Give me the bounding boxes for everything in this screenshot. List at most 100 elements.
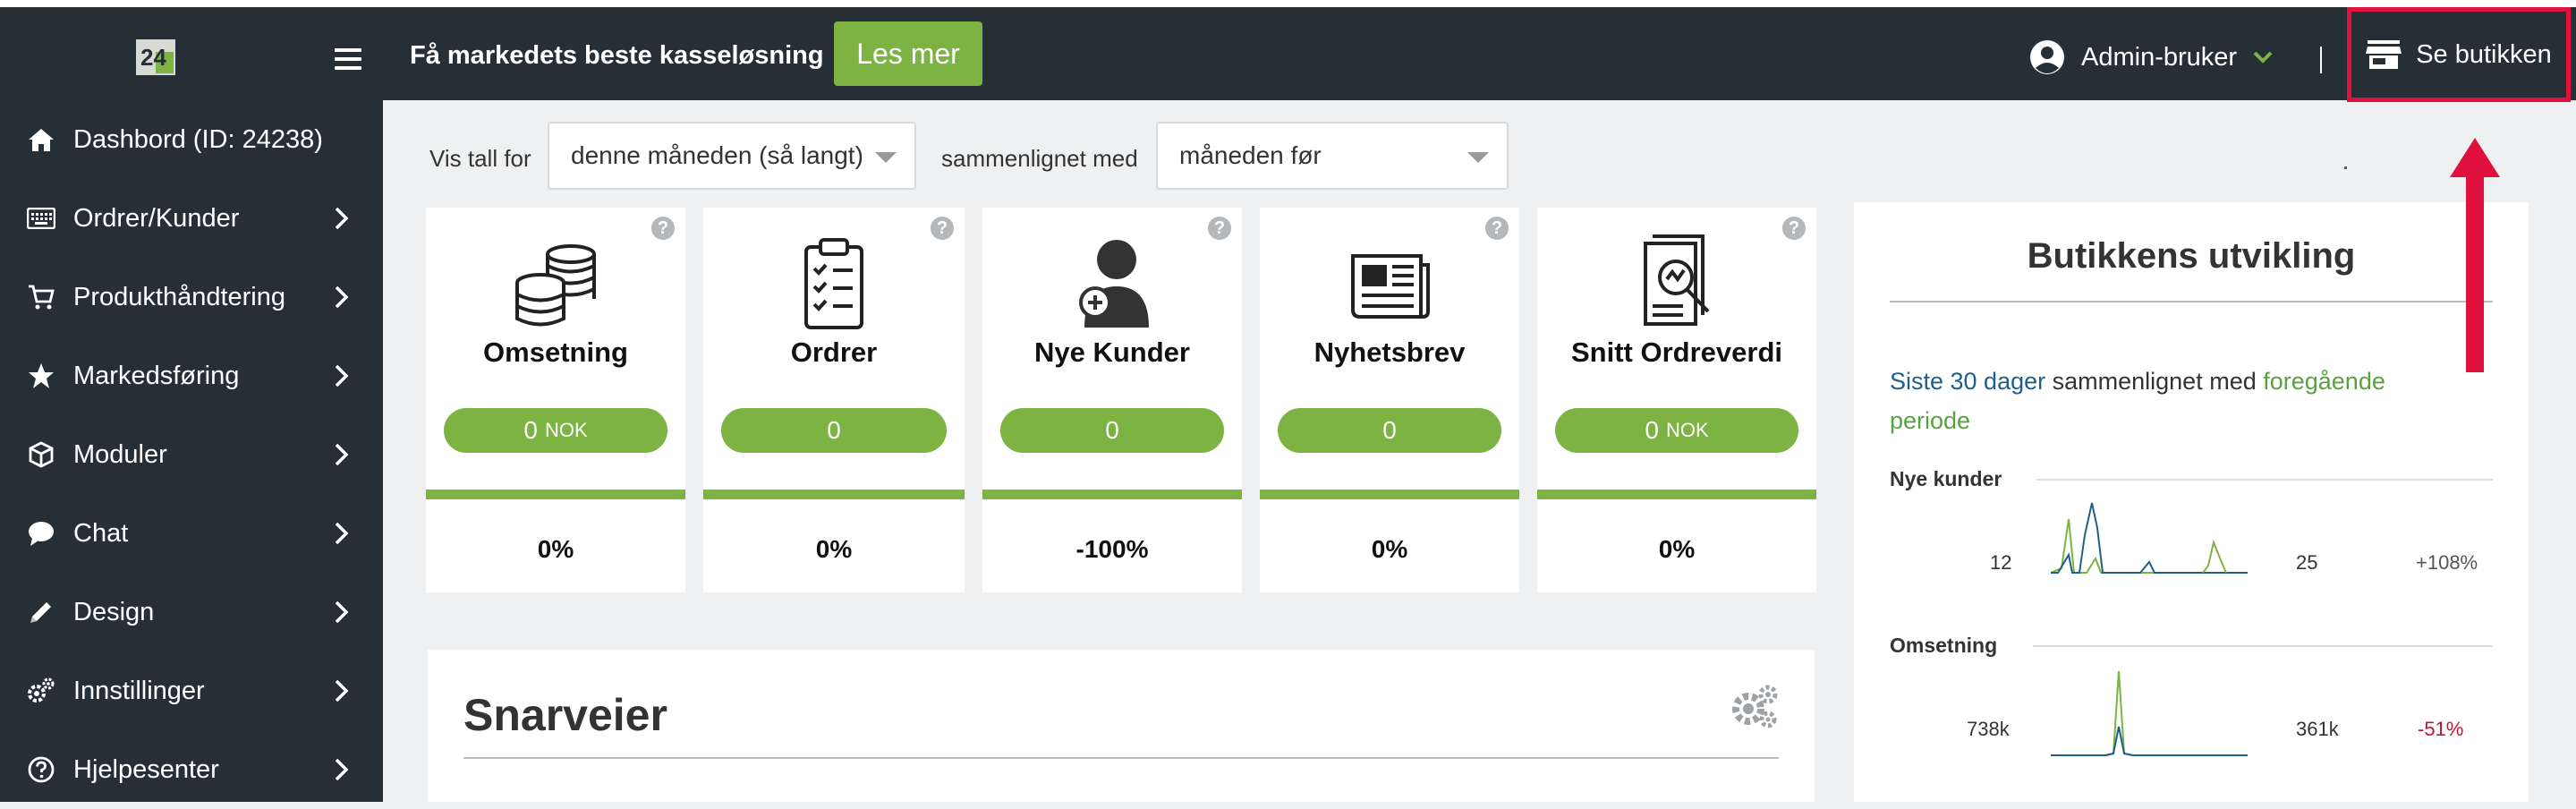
se-butikken-button[interactable]: Se butikken bbox=[2347, 7, 2571, 102]
card-value-pill: 0 NOK bbox=[1555, 408, 1798, 453]
sidebar-item-markedsforing[interactable]: Markedsføring bbox=[0, 336, 383, 415]
card-progress-bar bbox=[1260, 490, 1519, 499]
sidebar-item-moduler[interactable]: Moduler bbox=[0, 415, 383, 494]
panel-title: Butikkens utvikling bbox=[2027, 236, 2356, 276]
help-icon[interactable]: ? bbox=[1208, 217, 1231, 240]
metric-divider bbox=[2036, 479, 2493, 481]
stat-card-snitt-ordreverdi: ? Snitt Ordreverdi 0 NOK 0% bbox=[1537, 208, 1816, 592]
settings-gears-icon[interactable] bbox=[1729, 682, 1779, 732]
compare-select[interactable]: måneden før bbox=[1156, 122, 1509, 190]
help-icon[interactable]: ? bbox=[651, 217, 675, 240]
help-icon[interactable]: ? bbox=[1485, 217, 1509, 240]
sidebar-item-design[interactable]: Design bbox=[0, 573, 383, 651]
sparkline-omsetning bbox=[2051, 670, 2248, 756]
sidebar-item-innstillinger[interactable]: Innstillinger bbox=[0, 651, 383, 730]
stat-card-nyhetsbrev: ? Nyhetsbrev 0 0% bbox=[1260, 208, 1519, 592]
butikkens-utvikling-panel: Butikkens utvikling Siste 30 dager samme… bbox=[1854, 202, 2529, 802]
chevron-right-icon bbox=[335, 443, 349, 466]
sidebar-item-label: Markedsføring bbox=[73, 361, 240, 390]
chevron-right-icon bbox=[335, 364, 349, 387]
card-change: -100% bbox=[1075, 535, 1149, 563]
se-butikken-label: Se butikken bbox=[2416, 39, 2552, 69]
card-change: 0% bbox=[815, 535, 853, 563]
chevron-right-icon bbox=[335, 679, 349, 703]
period-select[interactable]: denne måneden (så langt) bbox=[548, 122, 916, 190]
keyboard-icon bbox=[27, 204, 55, 233]
metric-title-omsetning: Omsetning bbox=[1890, 634, 1998, 657]
metric-current-value: 738k bbox=[1967, 718, 2010, 740]
gears-icon bbox=[27, 677, 55, 705]
card-change: 0% bbox=[1371, 535, 1408, 563]
period-select-value: denne måneden (så langt) bbox=[571, 141, 863, 169]
chevron-right-icon bbox=[335, 285, 349, 309]
store-icon bbox=[2366, 40, 2402, 69]
cube-icon bbox=[27, 440, 55, 469]
card-title: Omsetning bbox=[483, 336, 628, 368]
panel-divider bbox=[1890, 301, 2493, 302]
chevron-right-icon bbox=[335, 207, 349, 230]
caret-down-icon bbox=[1467, 152, 1489, 163]
card-title: Snitt Ordreverdi bbox=[1571, 336, 1782, 368]
card-value: 0 bbox=[1645, 416, 1659, 444]
hamburger-icon bbox=[335, 48, 361, 52]
menu-toggle-button[interactable] bbox=[335, 48, 361, 70]
top-bar: 24 Få markedets beste kasseløsning Les m… bbox=[0, 0, 2576, 102]
help-icon[interactable]: ? bbox=[1782, 217, 1806, 240]
caret-down-icon bbox=[875, 152, 897, 163]
sidebar-item-label: Moduler bbox=[73, 439, 167, 469]
card-unit: NOK bbox=[1665, 419, 1709, 441]
sidebar-item-label: Dashbord (ID: 24238) bbox=[73, 124, 323, 154]
admin-user-menu[interactable]: Admin-bruker bbox=[2029, 39, 2289, 75]
sidebar-item-label: Hjelpesenter bbox=[73, 754, 219, 784]
sidebar-item-produkthandtering[interactable]: Produkthåndtering bbox=[0, 258, 383, 336]
card-progress-bar bbox=[1537, 490, 1816, 499]
sidebar-item-label: Design bbox=[73, 597, 155, 626]
compare-label: sammenlignet med bbox=[941, 145, 1138, 172]
logo[interactable]: 24 bbox=[134, 36, 177, 79]
chevron-down-icon bbox=[2253, 51, 2273, 64]
sidebar-item-label: Produkthåndtering bbox=[73, 282, 285, 311]
sidebar-item-label: Ordrer/Kunder bbox=[73, 203, 240, 233]
chevron-right-icon bbox=[335, 522, 349, 545]
card-progress-bar bbox=[426, 490, 685, 499]
card-value-pill: 0 bbox=[1000, 408, 1224, 453]
snarveier-title: Snarveier bbox=[463, 690, 667, 740]
card-title: Ordrer bbox=[790, 336, 878, 368]
sidebar: Dashbord (ID: 24238) Ordrer/Kunder Produ… bbox=[0, 100, 383, 802]
card-change: 0% bbox=[537, 535, 574, 563]
snarveier-section: Snarveier bbox=[428, 650, 1815, 802]
metric-change: +108% bbox=[2416, 551, 2478, 574]
home-icon bbox=[27, 125, 55, 154]
stray-dot bbox=[2344, 166, 2347, 169]
sidebar-item-chat[interactable]: Chat bbox=[0, 494, 383, 573]
pencil-icon bbox=[27, 598, 55, 626]
card-value: 0 bbox=[1105, 416, 1119, 444]
sidebar-item-hjelpesenter[interactable]: Hjelpesenter bbox=[0, 730, 383, 809]
metric-divider bbox=[2033, 645, 2493, 647]
card-title: Nye Kunder bbox=[1034, 336, 1190, 368]
chevron-right-icon bbox=[335, 600, 349, 624]
newspaper-icon bbox=[1351, 254, 1430, 319]
period-current-link[interactable]: Siste 30 dager bbox=[1890, 368, 2045, 395]
promo-text: Få markedets beste kasseløsning bbox=[410, 41, 824, 70]
chat-icon bbox=[27, 519, 55, 548]
card-title: Nyhetsbrev bbox=[1314, 336, 1466, 368]
card-value-pill: 0 bbox=[1278, 408, 1501, 453]
card-progress-bar bbox=[703, 490, 965, 499]
vis-tall-for-label: Vis tall for bbox=[429, 145, 531, 172]
sidebar-item-label: Innstillinger bbox=[73, 676, 205, 705]
help-circle-icon bbox=[27, 755, 55, 784]
annotation-arrow-icon bbox=[2450, 138, 2500, 372]
card-value-pill: 0 NOK bbox=[444, 408, 667, 453]
help-icon[interactable]: ? bbox=[931, 217, 954, 240]
sparkline-nye-kunder bbox=[2051, 502, 2248, 574]
logo-text: 24 bbox=[140, 44, 166, 71]
sidebar-item-dashbord[interactable]: Dashbord (ID: 24238) bbox=[0, 100, 383, 179]
sidebar-item-label: Chat bbox=[73, 518, 129, 548]
card-progress-bar bbox=[982, 490, 1242, 499]
report-search-icon bbox=[1644, 234, 1710, 326]
card-value: 0 bbox=[523, 416, 538, 444]
sidebar-item-ordrer-kunder[interactable]: Ordrer/Kunder bbox=[0, 179, 383, 258]
les-mer-button[interactable]: Les mer bbox=[834, 21, 982, 86]
card-unit: NOK bbox=[544, 419, 588, 441]
